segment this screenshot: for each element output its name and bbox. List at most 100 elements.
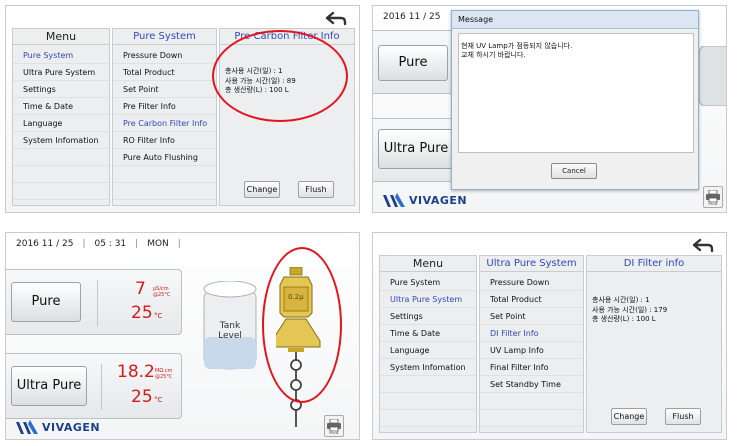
date-text: 2016 11 / 25 [383,12,441,22]
print-label: Print [329,430,339,435]
tank-label-line: Tank [219,321,241,331]
menu-item-ultra-pure-system[interactable]: Ultra Pure System [380,291,476,308]
tank-level-label: Tank Level [208,321,252,341]
dialog-message: 현재 UV Lamp가 점등되지 않습니다. 교체 하시기 바랍니다. [458,33,694,153]
submenu-column: Ultra Pure System Pressure Down Total Pr… [479,255,584,433]
submenu-item-pressure-down[interactable]: Pressure Down [480,274,583,291]
submenu-item-set-point[interactable]: Set Point [480,308,583,325]
menu-item-settings[interactable]: Settings [13,81,109,98]
divider [101,364,102,410]
submenu-item-final-filter-info[interactable]: Final Filter Info [480,359,583,376]
print-label: Print [708,201,718,206]
pure-button[interactable]: Pure [11,282,81,322]
menu-item-settings[interactable]: Settings [380,308,476,325]
menu-item-pure-system[interactable]: Pure System [380,274,476,291]
ultra-resistivity-value: 18.2 [117,362,155,382]
pure-temperature-value: 25 [131,303,153,323]
submenu-item-set-standby-time[interactable]: Set Standby Time [480,376,583,393]
menu-item-empty [380,393,476,410]
submenu-item-empty [480,393,583,410]
ultra-pure-tile: Ultra Pure 18.2 MΩ.cm @25°C 25 °C [6,353,182,419]
submenu-item-total-product[interactable]: Total Product [113,64,216,81]
ultra-resistivity-unit: MΩ.cm @25°C [155,368,173,380]
pure-settings-screen: Menu Pure System Ultra Pure System Setti… [5,5,360,213]
menu-item-ultra-pure-system[interactable]: Ultra Pure System [13,64,109,81]
uv-lamp-message-screen: 2016 11 / 25 Pure Ultra Pure Message 현재 … [372,5,727,213]
ultra-temperature-unit: °C [154,396,163,404]
vivagen-logo-icon [16,420,38,434]
menu-column: Menu Pure System Ultra Pure System Setti… [379,255,477,433]
info-column: Pre Carbon Filter Info 총사용 시간(일) : 1 사용 … [219,28,355,206]
cancel-button[interactable]: Cancel [551,163,597,179]
filter-size-label: 0.2μ [288,293,304,301]
pure-conductivity-value: 7 [135,279,146,299]
flush-button[interactable]: Flush [298,181,334,198]
menu-header: Menu [380,256,476,272]
info-column: DI Filter info 총사용 시간(일) : 1 사용 가능 시간(일)… [586,255,722,433]
menu-item-language[interactable]: Language [13,115,109,132]
divider [97,280,98,326]
brand-name: VIVAGEN [409,193,468,207]
info-line: 사용 가능 시간(일) : 179 [592,305,668,314]
submenu-item-pressure-down[interactable]: Pressure Down [113,47,216,64]
date-bar: 2016 11 / 25 | 05 : 31 | MON | [16,239,181,249]
message-dialog: Message 현재 UV Lamp가 점등되지 않습니다. 교체 하시기 바랍… [451,10,699,190]
pure-button[interactable]: Pure [378,45,448,81]
submenu-item-empty [480,410,583,427]
menu-item-time-date[interactable]: Time & Date [13,98,109,115]
submenu-item-uv-lamp-info[interactable]: UV Lamp Info [480,342,583,359]
flush-button[interactable]: Flush [665,408,701,425]
ultra-pure-button[interactable]: Ultra Pure [378,129,454,169]
print-button[interactable]: Print [703,186,723,208]
message-line: 현재 UV Lamp가 점등되지 않습니다. [461,42,573,50]
info-header: Pre Carbon Filter Info [220,29,354,45]
menu-item-empty [13,166,109,183]
tank-label-line: Level [218,331,242,341]
filter-info-text: 총사용 시간(일) : 1 사용 가능 시간(일) : 179 총 생산량(L)… [592,296,667,325]
info-line: 총 생산량(L) : 100 L [225,86,289,94]
menu-column: Menu Pure System Ultra Pure System Setti… [12,28,110,206]
menu-item-language[interactable]: Language [380,342,476,359]
separator: | [82,239,86,249]
change-button[interactable]: Change [244,181,280,198]
menu-item-system-information[interactable]: System Infomation [380,359,476,376]
home-screen: 2016 11 / 25 | 05 : 31 | MON | Pure 7 μS… [5,232,360,440]
dialog-title: Message [452,11,698,29]
submenu-item-pre-carbon-filter-info[interactable]: Pre Carbon Filter Info [113,115,216,132]
submenu-item-set-point[interactable]: Set Point [113,81,216,98]
info-line: 사용 가능 시간(일) : 89 [225,76,296,85]
submenu-header: Ultra Pure System [480,256,583,272]
menu-item-empty [13,149,109,166]
submenu-column: Pure System Pressure Down Total Product … [112,28,217,206]
tank-icon [699,46,726,106]
submenu-item-empty [113,166,216,183]
info-header: DI Filter info [587,256,721,272]
brand-name: VIVAGEN [42,420,101,434]
menu-item-empty [380,410,476,427]
back-arrow-icon[interactable] [690,237,716,253]
info-line: 총 생산량(L) : 100 L [592,315,656,323]
submenu-item-pre-filter-info[interactable]: Pre Filter Info [113,98,216,115]
separator: | [135,239,139,249]
back-arrow-icon[interactable] [323,10,349,26]
info-line: 총사용 시간(일) : 1 [225,67,283,75]
submenu-item-pure-auto-flushing[interactable]: Pure Auto Flushing [113,149,216,166]
pure-conductivity-unit: μS/cm @25°C [153,286,171,298]
submenu-item-ro-filter-info[interactable]: RO Filter Info [113,132,216,149]
vivagen-logo-icon [383,193,405,207]
menu-item-empty [13,183,109,200]
menu-item-system-information[interactable]: System Infomation [13,132,109,149]
final-filter-icon[interactable] [276,267,326,427]
menu-item-time-date[interactable]: Time & Date [380,325,476,342]
date-text: 2016 11 / 25 [16,239,74,249]
menu-header: Menu [13,29,109,45]
print-button[interactable]: Print [324,415,344,437]
ultra-pure-tile: Ultra Pure [373,118,462,182]
ultra-pure-button[interactable]: Ultra Pure [11,366,87,406]
menu-item-pure-system[interactable]: Pure System [13,47,109,64]
change-button[interactable]: Change [611,408,647,425]
brand-logo: VIVAGEN [16,420,100,434]
submenu-item-total-product[interactable]: Total Product [480,291,583,308]
brand-logo: VIVAGEN [383,193,467,207]
submenu-item-di-filter-info[interactable]: DI Filter Info [480,325,583,342]
